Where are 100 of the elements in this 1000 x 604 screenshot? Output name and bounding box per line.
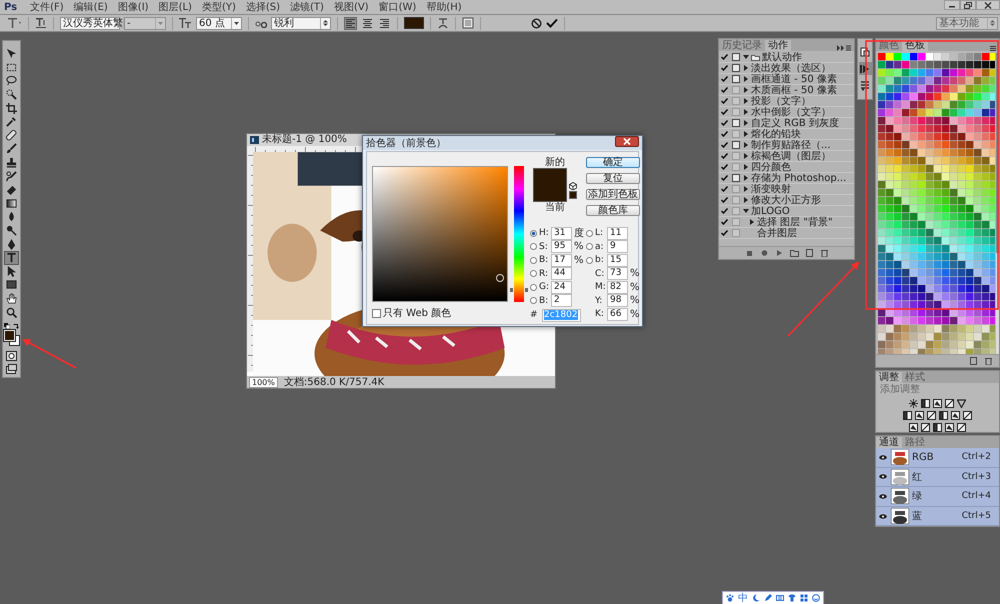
- adjustment-icon[interactable]: [915, 411, 924, 420]
- trash-icon[interactable]: [984, 357, 993, 365]
- collapsed-triangle-icon[interactable]: [743, 142, 749, 148]
- adjustment-icon[interactable]: [909, 423, 918, 432]
- checkmark-icon[interactable]: [719, 197, 729, 203]
- dialog-button[interactable]: 复位: [586, 173, 640, 184]
- panel-tab[interactable]: 动作: [765, 40, 791, 51]
- dock-button[interactable]: [858, 79, 872, 92]
- default-colors-icon[interactable]: [4, 322, 10, 329]
- action-name[interactable]: 默认动作: [762, 52, 802, 62]
- action-name[interactable]: 制作剪贴路径（...: [751, 140, 831, 150]
- adjustment-icon[interactable]: [957, 423, 966, 432]
- pen-icon[interactable]: [764, 594, 772, 602]
- tool-button[interactable]: [4, 348, 19, 362]
- collapsed-triangle-icon[interactable]: [743, 65, 749, 71]
- input-field[interactable]: 44: [551, 267, 572, 280]
- panel-tab[interactable]: 调整: [876, 372, 902, 383]
- adjustment-icon[interactable]: [933, 423, 942, 432]
- adjustment-icon[interactable]: [939, 411, 948, 420]
- align-button[interactable]: [378, 16, 391, 30]
- tool-button[interactable]: [4, 292, 19, 306]
- collapsed-triangle-icon[interactable]: [743, 164, 749, 170]
- text-color-swatch[interactable]: [404, 17, 424, 29]
- visibility-toggle[interactable]: [879, 454, 888, 460]
- menu-item[interactable]: 滤镜(T): [287, 0, 327, 14]
- zoom-field[interactable]: 100%: [249, 376, 278, 388]
- checkmark-icon[interactable]: [719, 219, 729, 225]
- input-field[interactable]: 73: [607, 267, 628, 280]
- tool-button[interactable]: [4, 88, 19, 102]
- radio-button[interactable]: [586, 230, 593, 237]
- channel-row[interactable]: 绿 Ctrl+4: [876, 487, 999, 507]
- action-name[interactable]: 熔化的铅块: [751, 128, 801, 140]
- input-field[interactable]: 82: [607, 280, 628, 294]
- dialog-toggle[interactable]: [732, 130, 740, 138]
- smiley-icon[interactable]: [812, 594, 820, 602]
- dialog-toggle[interactable]: [732, 229, 740, 237]
- restore-button[interactable]: [960, 0, 976, 10]
- checkmark-icon[interactable]: [719, 164, 729, 170]
- radio-button[interactable]: [530, 256, 537, 264]
- moon-icon[interactable]: [752, 594, 760, 602]
- new-page-icon[interactable]: [804, 249, 814, 257]
- checkmark-icon[interactable]: [719, 208, 729, 214]
- channel-row[interactable]: RGB Ctrl+2: [876, 448, 999, 468]
- input-field[interactable]: 66: [607, 308, 628, 321]
- adjustment-icon[interactable]: [945, 399, 954, 408]
- warp-text-icon[interactable]: [437, 17, 449, 29]
- visibility-toggle[interactable]: [879, 514, 888, 519]
- tool-button[interactable]: [4, 142, 19, 156]
- visibility-toggle[interactable]: [879, 474, 888, 480]
- checkbox-label[interactable]: 只有 Web 颜色: [383, 306, 452, 320]
- font-size-dropdown[interactable]: 60 点: [196, 16, 242, 30]
- tool-button[interactable]: [4, 128, 19, 142]
- stop-icon[interactable]: [744, 249, 754, 257]
- trash-icon[interactable]: [820, 249, 828, 257]
- input-field[interactable]: 98: [607, 294, 628, 308]
- scrollbar[interactable]: [996, 53, 999, 354]
- radio-button[interactable]: [586, 243, 593, 250]
- menu-item[interactable]: 选择(S): [242, 0, 284, 14]
- checkmark-icon[interactable]: [719, 98, 729, 104]
- collapsed-triangle-icon[interactable]: [743, 186, 749, 192]
- input-field[interactable]: 95: [551, 240, 572, 254]
- action-name[interactable]: 水中倒影（文字）: [751, 106, 831, 118]
- input-field[interactable]: 9: [607, 240, 628, 254]
- shirt-icon[interactable]: [788, 594, 796, 602]
- dialog-toggle[interactable]: [732, 108, 740, 116]
- collapsed-triangle-icon[interactable]: [743, 131, 749, 137]
- collapsed-triangle-icon[interactable]: [743, 109, 749, 115]
- tool-button[interactable]: [4, 156, 19, 170]
- expanded-triangle-icon[interactable]: [743, 54, 749, 60]
- sun-icon[interactable]: [909, 399, 918, 408]
- dialog-button[interactable]: 添加到色板: [586, 189, 640, 200]
- tool-button[interactable]: [4, 250, 19, 264]
- action-name[interactable]: 四分颜色: [751, 162, 791, 172]
- adjustment-icon[interactable]: [933, 399, 942, 408]
- tool-button[interactable]: [4, 362, 19, 376]
- panel-icon[interactable]: [462, 17, 474, 29]
- slider-handle[interactable]: [510, 288, 528, 292]
- adjustment-icon[interactable]: [963, 411, 972, 420]
- close-button[interactable]: [976, 0, 1000, 10]
- menu-item[interactable]: 窗口(W): [376, 0, 420, 14]
- dialog-toggle[interactable]: [732, 64, 740, 72]
- tool-button[interactable]: [4, 169, 19, 183]
- dialog-toggle[interactable]: [732, 75, 740, 83]
- adjustment-icon[interactable]: [921, 423, 930, 432]
- adjustment-icon[interactable]: [951, 411, 960, 420]
- keyboard-icon[interactable]: [776, 594, 784, 602]
- input-field[interactable]: 2: [551, 294, 572, 308]
- web-safe-swatch[interactable]: [569, 191, 577, 199]
- adjustment-icon[interactable]: [945, 423, 954, 432]
- adjustment-icon[interactable]: [903, 411, 912, 420]
- menu-item[interactable]: 帮助(H): [423, 0, 465, 14]
- checkmark-icon[interactable]: [546, 18, 558, 28]
- hue-slider[interactable]: [510, 166, 528, 302]
- align-button[interactable]: [344, 16, 357, 30]
- dialog-toggle[interactable]: [732, 207, 740, 215]
- dialog-toggle[interactable]: [732, 163, 740, 171]
- tool-button[interactable]: [4, 74, 19, 88]
- action-name[interactable]: 存储为 Photoshop...: [751, 172, 846, 184]
- color-field[interactable]: [372, 166, 508, 302]
- checkbox[interactable]: [372, 308, 381, 318]
